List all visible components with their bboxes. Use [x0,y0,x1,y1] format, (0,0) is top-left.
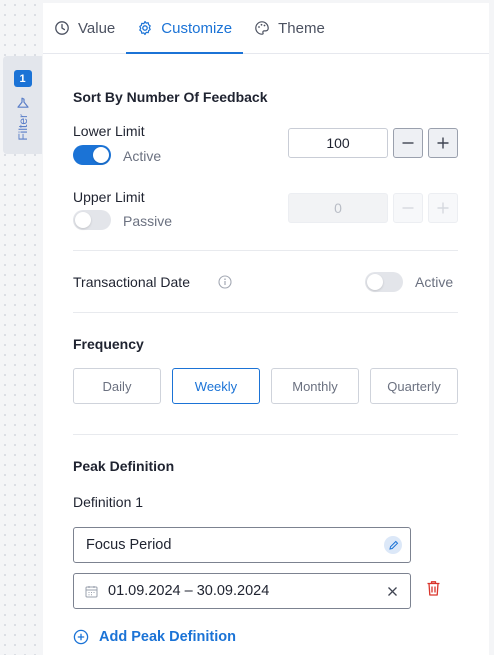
add-peak-definition-label: Add Peak Definition [99,629,236,645]
upper-limit-label: Upper Limit [73,189,145,205]
frequency-daily-button[interactable]: Daily [73,368,161,404]
frequency-monthly-button[interactable]: Monthly [271,368,359,404]
frequency-title: Frequency [73,336,144,352]
peak-name-value: Focus Period [86,537,172,553]
upper-limit-input[interactable]: 0 [288,193,388,223]
filter-rail[interactable]: 1 Filter [3,56,42,154]
lower-limit-decrement-button[interactable] [393,128,423,158]
filter-label: Filter [15,114,30,141]
divider [73,434,458,435]
sort-section-title: Sort By Number Of Feedback [73,89,268,105]
tab-value-label: Value [78,19,116,37]
upper-limit-toggle[interactable] [73,210,111,230]
divider [73,312,458,313]
minus-icon [402,207,414,209]
tab-theme-label: Theme [278,19,325,37]
peak-definition-title: Peak Definition [73,458,175,474]
definition-label: Definition 1 [73,494,144,510]
divider [73,250,458,251]
tab-value[interactable]: Value [43,3,126,53]
tab-customize-label: Customize [161,19,233,37]
history-icon [55,21,69,35]
calendar-icon [85,586,98,598]
customize-panel: Value Customize Theme Sort By Number Of … [43,3,489,655]
lower-limit-label: Lower Limit [73,123,145,139]
edit-icon[interactable] [384,536,402,554]
frequency-weekly-button[interactable]: Weekly [172,368,260,404]
filter-icon [16,97,29,109]
upper-limit-increment-button[interactable] [428,193,458,223]
plus-icon [437,202,449,214]
filter-count-badge: 1 [13,70,32,87]
lower-limit-increment-button[interactable] [428,128,458,158]
upper-limit-status: Passive [123,213,173,229]
peak-name-field[interactable]: Focus Period [73,527,411,563]
tab-customize[interactable]: Customize [126,3,243,54]
transactional-date-status: Active [415,274,454,290]
transactional-date-toggle[interactable] [365,272,403,292]
gear-icon [139,20,152,36]
toggle-knob [367,274,383,290]
add-peak-definition-button[interactable]: Add Peak Definition [73,629,236,645]
minus-icon [402,142,414,144]
frequency-quarterly-button[interactable]: Quarterly [370,368,458,404]
delete-icon[interactable] [426,580,441,597]
upper-limit-decrement-button[interactable] [393,193,423,223]
transactional-date-label: Transactional Date [73,274,190,290]
lower-limit-status: Active [123,148,162,164]
lower-limit-toggle[interactable] [73,145,111,165]
peak-date-range-field[interactable]: 01.09.2024 – 30.09.2024 [73,573,411,609]
toggle-knob [75,212,91,228]
tab-bar: Value Customize Theme [43,3,489,54]
clear-icon[interactable] [387,586,398,597]
lower-limit-input[interactable]: 100 [288,128,388,158]
toggle-knob [93,147,109,163]
plus-icon [437,137,449,149]
palette-icon [255,21,269,35]
filter-tab[interactable]: Filter [16,97,30,141]
plus-circle-icon [73,629,89,645]
info-icon[interactable] [218,275,232,289]
tab-theme[interactable]: Theme [243,3,336,53]
peak-date-range-value: 01.09.2024 – 30.09.2024 [108,583,270,599]
